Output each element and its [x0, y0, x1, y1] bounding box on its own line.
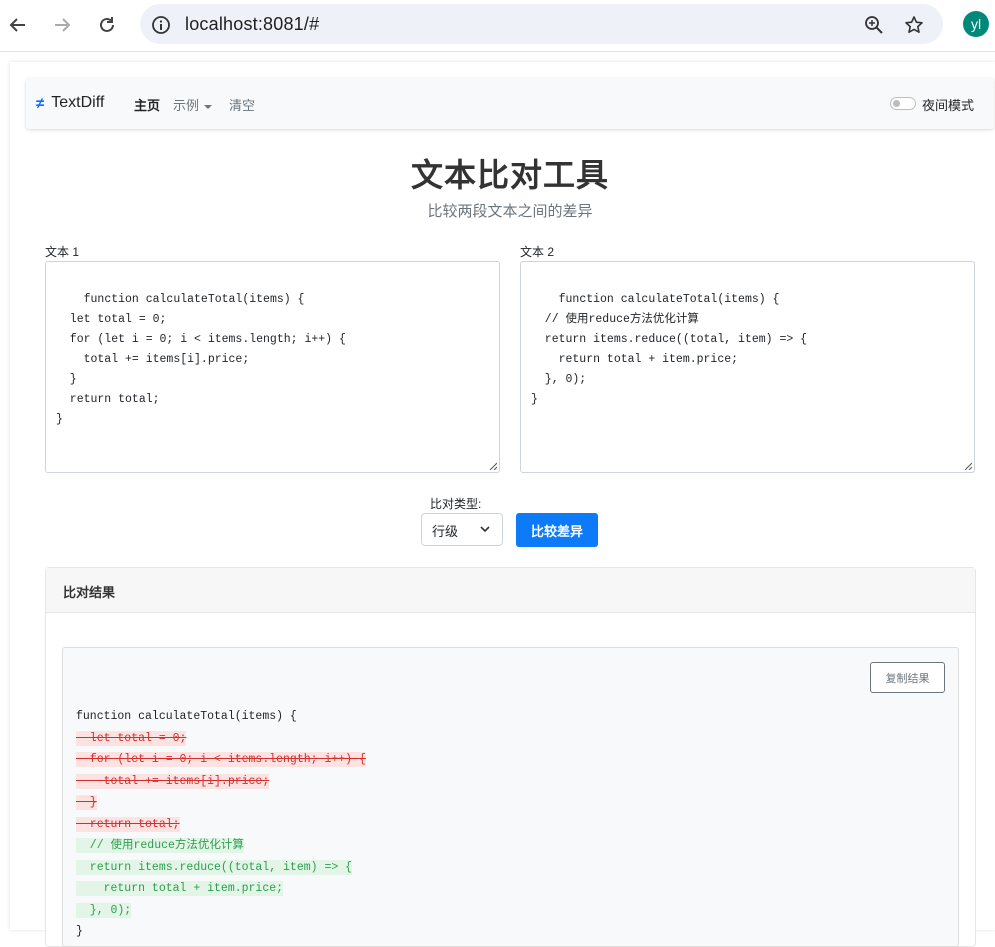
- nav-examples-label: 示例: [173, 98, 200, 113]
- text1-content: function calculateTotal(items) { let tot…: [56, 293, 346, 426]
- zoom-icon[interactable]: [863, 14, 885, 36]
- url-text: localhost:8081/#: [185, 14, 320, 34]
- diff-line-add: }, 0);: [76, 900, 366, 922]
- diff-line-del: }: [76, 792, 366, 814]
- profile-avatar[interactable]: yl: [963, 11, 989, 37]
- nav-clear[interactable]: 清空: [229, 95, 255, 114]
- forward-button[interactable]: [47, 10, 77, 40]
- text1-textarea[interactable]: function calculateTotal(items) { let tot…: [45, 261, 500, 473]
- diff-line-add: return total + item.price;: [76, 878, 366, 900]
- diff-line-text: function calculateTotal(items) {: [76, 710, 297, 723]
- address-bar[interactable]: localhost:8081/#: [140, 4, 943, 44]
- result-card: 比对结果 复制结果 function calculateTotal(items)…: [45, 567, 976, 947]
- app-page: ≠ TextDiff 主页 示例 清空 夜间模式 文本比对工具 比较两段文本之间…: [10, 62, 995, 947]
- diff-line-text: return items.reduce((total, item) => {: [76, 859, 353, 875]
- browser-toolbar: localhost:8081/# yl: [0, 0, 995, 52]
- toggle-knob: [893, 100, 900, 107]
- page-title: 文本比对工具: [410, 157, 609, 193]
- page-subtitle: 比较两段文本之间的差异: [427, 203, 593, 220]
- compare-type-select[interactable]: 行级: [421, 513, 503, 546]
- resize-handle-icon[interactable]: [964, 462, 972, 470]
- diff-line-text: let total = 0;: [76, 730, 187, 746]
- diff-line-add: return items.reduce((total, item) => {: [76, 857, 366, 879]
- arrow-left-icon: [9, 18, 25, 32]
- diff-line-text: return total;: [76, 816, 180, 832]
- reload-button[interactable]: [92, 10, 122, 40]
- diff-line-text: }: [76, 795, 97, 810]
- resize-handle-icon[interactable]: [489, 462, 497, 470]
- diff-line-text: // 使用reduce方法优化计算: [76, 838, 244, 853]
- diff-output: function calculateTotal(items) { let tot…: [76, 706, 366, 943]
- back-button[interactable]: [3, 10, 33, 40]
- text1-label: 文本 1: [45, 245, 80, 259]
- night-mode-label: 夜间模式: [922, 98, 975, 113]
- chevron-down-icon: [480, 526, 490, 533]
- diff-line-del: total += items[i].price;: [76, 771, 366, 793]
- site-info-icon[interactable]: [150, 14, 172, 36]
- not-equal-icon: ≠: [36, 94, 45, 112]
- text2-label: 文本 2: [520, 245, 555, 259]
- compare-button[interactable]: 比较差异: [516, 513, 598, 547]
- compare-type-label: 比对类型:: [430, 497, 482, 511]
- copy-result-button[interactable]: 复制结果: [870, 662, 945, 693]
- text2-content: function calculateTotal(items) { // 使用re…: [531, 293, 808, 406]
- navbar: ≠ TextDiff 主页 示例 清空 夜间模式: [26, 78, 994, 129]
- reload-icon: [100, 17, 114, 32]
- diff-line-del: let total = 0;: [76, 728, 366, 750]
- nav-home[interactable]: 主页: [134, 95, 160, 114]
- brand[interactable]: ≠ TextDiff: [36, 94, 104, 112]
- brand-label: TextDiff: [51, 94, 105, 111]
- nav-examples-dropdown[interactable]: 示例: [173, 95, 213, 114]
- diff-line-same: function calculateTotal(items) {: [76, 706, 366, 728]
- diff-line-text: }: [76, 925, 83, 938]
- result-box: 复制结果 function calculateTotal(items) { le…: [62, 647, 959, 947]
- caret-down-icon: [204, 104, 213, 109]
- diff-line-add: // 使用reduce方法优化计算: [76, 835, 366, 857]
- night-mode-toggle[interactable]: [890, 97, 916, 110]
- diff-line-text: for (let i = 0; i < items.length; i++) {: [76, 752, 366, 767]
- diff-line-text: return total + item.price;: [76, 881, 284, 896]
- arrow-right-icon: [55, 18, 71, 32]
- bookmark-star-icon[interactable]: [903, 14, 925, 36]
- diff-line-text: }, 0);: [76, 902, 132, 918]
- diff-line-del: return total;: [76, 814, 366, 836]
- compare-type-value: 行级: [432, 524, 459, 539]
- text2-textarea[interactable]: function calculateTotal(items) { // 使用re…: [520, 261, 975, 473]
- diff-line-text: total += items[i].price;: [76, 773, 270, 789]
- diff-line-same: }: [76, 921, 366, 943]
- result-header: 比对结果: [46, 568, 975, 613]
- diff-line-del: for (let i = 0; i < items.length; i++) {: [76, 749, 366, 771]
